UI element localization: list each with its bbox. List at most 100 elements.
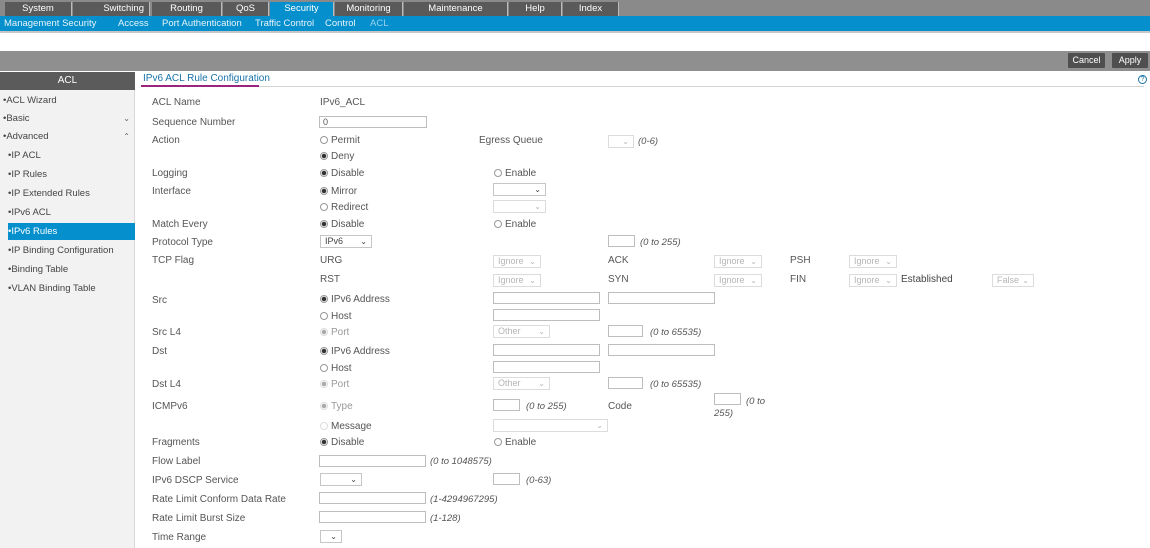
sidebar-item-advanced[interactable]: •Advanced ⌃	[3, 128, 138, 145]
action-permit-option[interactable]: Permit	[320, 135, 360, 146]
tab-qos[interactable]: QoS	[223, 2, 269, 16]
deny-radio[interactable]	[320, 152, 328, 160]
subnav-acl[interactable]: ACL	[370, 16, 388, 31]
help-icon[interactable]: ?	[1138, 75, 1147, 84]
sequence-number-input[interactable]: 0	[319, 116, 427, 128]
flow-label-input[interactable]	[319, 455, 426, 467]
dst-port-radio[interactable]	[320, 380, 328, 388]
icmpv6-type-input[interactable]	[493, 399, 520, 411]
rate-burst-input[interactable]	[319, 511, 426, 523]
match-every-disable-option[interactable]: Disable	[320, 219, 364, 230]
tab-switching[interactable]: Switching	[73, 2, 150, 16]
redirect-radio[interactable]	[320, 203, 328, 211]
logging-disable-option[interactable]: Disable	[320, 168, 364, 179]
icmpv6-message-radio[interactable]	[320, 422, 328, 430]
logging-enable-option[interactable]: Enable	[494, 168, 536, 179]
dst-ipv6-address-input[interactable]	[493, 344, 600, 356]
icmpv6-type-radio[interactable]	[320, 402, 328, 410]
mirror-port-select[interactable]: ⌄	[493, 183, 546, 196]
sidebar-item-ip-rules[interactable]: •IP Rules	[8, 166, 135, 183]
sidebar-item-ip-acl[interactable]: •IP ACL	[8, 147, 135, 164]
sidebar-item-acl-wizard[interactable]: •ACL Wizard	[3, 92, 138, 109]
rst-select[interactable]: Ignore ⌄	[493, 274, 541, 287]
src-host-option[interactable]: Host	[320, 311, 352, 322]
tab-monitoring[interactable]: Monitoring	[335, 2, 403, 16]
fragments-disable-option[interactable]: Disable	[320, 437, 364, 448]
established-select[interactable]: False ⌄	[992, 274, 1034, 287]
dst-ipv6-radio[interactable]	[320, 347, 328, 355]
fragments-enable-radio[interactable]	[494, 438, 502, 446]
dst-port-input[interactable]	[608, 377, 643, 389]
cancel-button[interactable]: Cancel	[1068, 53, 1105, 68]
dst-host-radio[interactable]	[320, 364, 328, 372]
apply-button[interactable]: Apply	[1112, 53, 1148, 68]
icmpv6-code-input[interactable]	[714, 393, 741, 405]
protocol-type-select[interactable]: IPv6 ⌄	[320, 235, 372, 248]
ack-select[interactable]: Ignore ⌄	[714, 255, 762, 268]
redirect-port-select[interactable]: ⌄	[493, 200, 546, 213]
src-ipv6-address-input[interactable]	[493, 292, 600, 304]
icmpv6-message-option[interactable]: Message	[320, 421, 372, 432]
icmpv6-message-select[interactable]: ⌄	[493, 419, 608, 432]
sidebar-item-vlan-binding-table[interactable]: •VLAN Binding Table	[8, 280, 135, 297]
src-port-select[interactable]: Other ⌄	[493, 325, 550, 338]
tab-maintenance[interactable]: Maintenance	[404, 2, 508, 16]
sidebar-item-ipv6-rules[interactable]: •IPv6 Rules	[8, 223, 135, 240]
match-every-disable-radio[interactable]	[320, 220, 328, 228]
subnav-port-authentication[interactable]: Port Authentication	[162, 16, 242, 31]
subnav-control[interactable]: Control	[325, 16, 356, 31]
interface-mirror-option[interactable]: Mirror	[320, 186, 357, 197]
sidebar-item-binding-table[interactable]: •Binding Table	[8, 261, 135, 278]
dst-prefix-input[interactable]	[608, 344, 715, 356]
icmpv6-type-option[interactable]: Type	[320, 401, 353, 412]
tab-help[interactable]: Help	[509, 2, 562, 16]
src-host-radio[interactable]	[320, 312, 328, 320]
rate-conform-input[interactable]	[319, 492, 426, 504]
dst-host-option[interactable]: Host	[320, 363, 352, 374]
match-every-enable-radio[interactable]	[494, 220, 502, 228]
src-l4-port-option[interactable]: Port	[320, 327, 349, 338]
psh-select[interactable]: Ignore ⌄	[849, 255, 897, 268]
src-prefix-input[interactable]	[608, 292, 715, 304]
sidebar-item-ip-binding-configuration[interactable]: •IP Binding Configuration	[8, 242, 135, 259]
tab-security[interactable]: Security	[270, 2, 334, 16]
fin-label: FIN	[790, 274, 807, 285]
dst-l4-port-option[interactable]: Port	[320, 379, 349, 390]
dscp-label: IPv6 DSCP Service	[152, 475, 239, 486]
src-port-radio[interactable]	[320, 328, 328, 336]
fin-select[interactable]: Ignore ⌄	[849, 274, 897, 287]
src-ipv6-radio[interactable]	[320, 295, 328, 303]
sidebar-item-ip-extended-rules[interactable]: •IP Extended Rules	[8, 185, 135, 202]
mirror-radio[interactable]	[320, 187, 328, 195]
logging-enable-radio[interactable]	[494, 169, 502, 177]
dscp-input[interactable]	[493, 473, 520, 485]
src-ipv6-option[interactable]: IPv6 Address	[320, 294, 390, 305]
interface-redirect-option[interactable]: Redirect	[320, 202, 368, 213]
fragments-enable-option[interactable]: Enable	[494, 437, 536, 448]
dst-port-select[interactable]: Other ⌄	[493, 377, 550, 390]
urg-select[interactable]: Ignore ⌄	[493, 255, 541, 268]
time-range-select[interactable]: ⌄	[320, 530, 342, 543]
fragments-disable-radio[interactable]	[320, 438, 328, 446]
tab-index[interactable]: Index	[563, 2, 619, 16]
egress-queue-select[interactable]: ⌄	[608, 135, 634, 148]
logging-disable-radio[interactable]	[320, 169, 328, 177]
action-deny-option[interactable]: Deny	[320, 151, 354, 162]
sidebar-item-ipv6-acl[interactable]: •IPv6 ACL	[8, 204, 135, 221]
dst-ipv6-option[interactable]: IPv6 Address	[320, 346, 390, 357]
tab-routing[interactable]: Routing	[152, 2, 222, 16]
dscp-select[interactable]: ⌄	[320, 473, 362, 486]
subnav-access[interactable]: Access	[118, 16, 149, 31]
tab-system[interactable]: System	[5, 2, 72, 16]
match-every-enable-option[interactable]: Enable	[494, 219, 536, 230]
permit-radio[interactable]	[320, 136, 328, 144]
protocol-number-input[interactable]	[608, 235, 635, 247]
src-host-input[interactable]	[493, 309, 600, 321]
dst-host-input[interactable]	[493, 361, 600, 373]
sidebar-item-basic[interactable]: •Basic ⌄	[3, 110, 138, 127]
subnav-management-security[interactable]: Management Security	[4, 16, 96, 31]
syn-select[interactable]: Ignore ⌄	[714, 274, 762, 287]
src-port-input[interactable]	[608, 325, 643, 337]
subnav-traffic-control[interactable]: Traffic Control	[255, 16, 314, 31]
sidebar-item-label: •IPv6 ACL	[8, 207, 51, 218]
